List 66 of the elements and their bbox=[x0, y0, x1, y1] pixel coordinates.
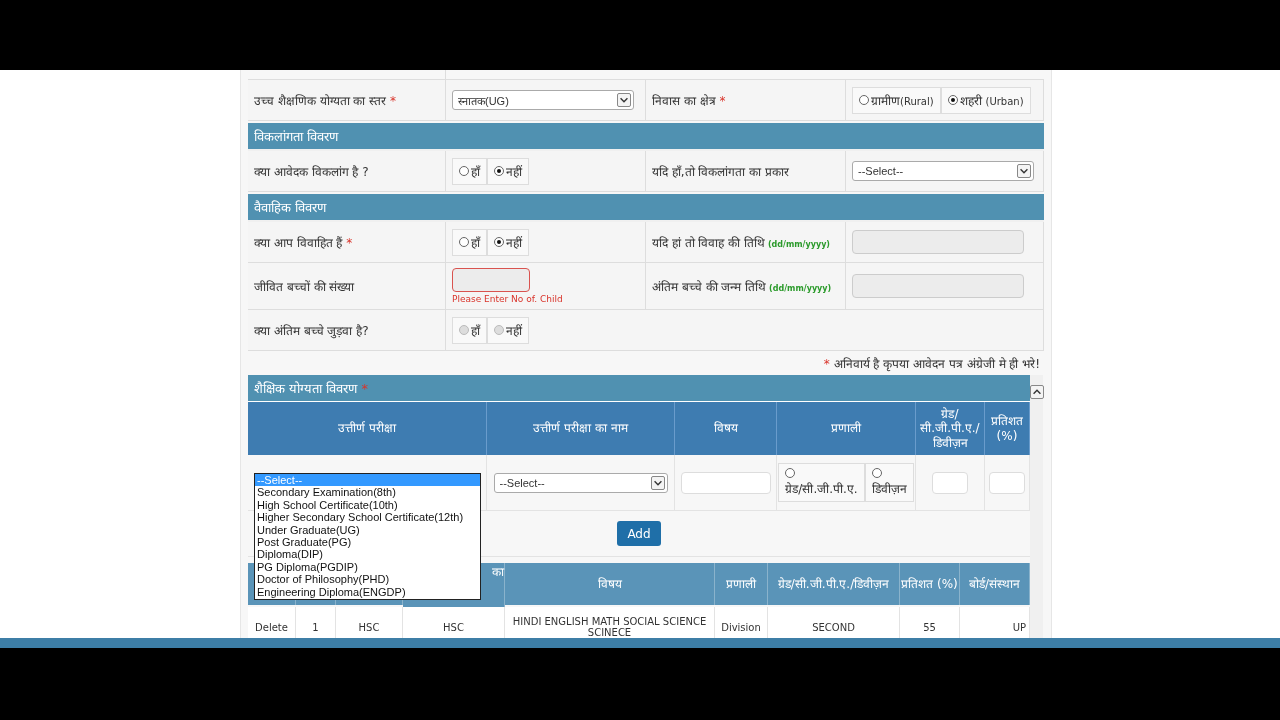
field-label: यदि हाँ,तो विकलांगता का प्रकार bbox=[652, 163, 791, 180]
column-header: ग्रेड/सी.जी.पी.ए./डिवीज़न bbox=[768, 563, 900, 605]
field-label: क्या अंतिम बच्चे जुड़वा है? bbox=[254, 322, 370, 339]
dropdown-option[interactable]: Diploma(DIP) bbox=[255, 548, 480, 561]
dropdown-option[interactable]: Under Graduate(UG) bbox=[255, 523, 480, 536]
delete-link[interactable]: Delete bbox=[248, 607, 296, 638]
dropdown-list[interactable] bbox=[254, 473, 481, 600]
mandatory-note: * अनिवार्य है कृपया आवेदन पत्र अंग्रेजी मे ही भरे! bbox=[823, 355, 1040, 372]
column-header: उत्तीर्ण परीक्षा bbox=[248, 402, 487, 455]
table-cell: 55 bbox=[900, 607, 960, 638]
section-header: वैवाहिक विवरण bbox=[248, 194, 1044, 222]
dropdown[interactable]: स्नातक(UG) bbox=[452, 90, 634, 110]
section-header: विकलांगता विवरण bbox=[248, 123, 1044, 151]
radio-option[interactable]: डिवीज़न bbox=[864, 463, 914, 502]
radio-button[interactable] bbox=[859, 95, 869, 105]
chevron-down-icon bbox=[617, 93, 631, 107]
radio-button[interactable] bbox=[494, 237, 504, 247]
dropdown-option[interactable]: High School Certificate(10th) bbox=[255, 498, 480, 512]
field-label: यदि हां तो विवाह की तिथि (dd/mm/yyyy) bbox=[652, 234, 831, 251]
column-header: प्रतिशत (%) bbox=[900, 563, 960, 605]
field-label: निवास का क्षेत्र * bbox=[652, 92, 727, 109]
dropdown-option[interactable]: Higher Secondary School Certificate(12th) bbox=[255, 511, 480, 524]
dropdown[interactable]: --Select-- bbox=[493, 472, 668, 493]
column-header: प्रतिशत (%) bbox=[985, 402, 1030, 455]
add-button[interactable]: Add bbox=[617, 521, 661, 546]
column-header: उत्तीर्ण परीक्षा का नाम bbox=[487, 402, 675, 455]
radio-button[interactable] bbox=[947, 95, 958, 105]
radio-button[interactable] bbox=[459, 237, 469, 247]
radio-option[interactable]: हाँ bbox=[452, 157, 487, 185]
error-message: Please Enter No of. Child bbox=[452, 294, 564, 304]
radio-button[interactable] bbox=[494, 166, 504, 176]
column-header: विषय bbox=[505, 563, 715, 605]
dropdown[interactable]: --Select-- bbox=[852, 161, 1034, 181]
radio-option[interactable]: शहरी (Urban) bbox=[940, 86, 1031, 114]
column-header: प्रणाली bbox=[777, 402, 916, 455]
field-label: उच्च शैक्षणिक योग्यता का स्तर * bbox=[254, 92, 398, 109]
table-cell: HSC bbox=[403, 607, 505, 638]
dropdown-option[interactable]: Secondary Examination(8th) bbox=[255, 486, 480, 499]
radio-button[interactable] bbox=[459, 166, 469, 176]
field-label: क्या आप विवाहित हैं * bbox=[254, 234, 354, 251]
chevron-down-icon bbox=[650, 475, 665, 490]
field-label: अंतिम बच्चे की जन्म तिथि (dd/mm/yyyy) bbox=[652, 278, 833, 295]
column-header: बोर्ड/संस्थान bbox=[960, 563, 1030, 605]
table-cell: UP bbox=[960, 607, 1030, 638]
input-field[interactable] bbox=[452, 268, 530, 292]
column-header: विषय bbox=[675, 402, 777, 455]
section-header: शैक्षिक योग्यता विवरण * bbox=[248, 375, 1030, 402]
radio-button[interactable] bbox=[785, 468, 796, 478]
radio-option[interactable]: ग्रामीण(Rural) bbox=[852, 86, 941, 114]
radio-option[interactable]: ग्रेड/सी.जी.पी.ए. bbox=[778, 463, 865, 502]
radio-option[interactable]: नहीं bbox=[487, 157, 529, 185]
chevron-down-icon bbox=[1017, 164, 1031, 178]
table-cell: 1 bbox=[296, 607, 336, 638]
field-label: जीवित बच्चों की संख्या bbox=[254, 278, 356, 295]
table-cell: SECOND bbox=[768, 607, 900, 638]
table-cell: HSC bbox=[336, 607, 403, 638]
dropdown-option[interactable]: Post Graduate(PG) bbox=[255, 535, 480, 549]
table-cell: HINDI ENGLISH MATH SOCIAL SCIENCE SCINECE bbox=[505, 607, 715, 638]
radio-button[interactable] bbox=[871, 468, 882, 478]
field-label: क्या आवेदक विकलांग है ? bbox=[254, 163, 370, 180]
radio-option[interactable]: हाँ bbox=[452, 228, 487, 256]
scrollbar[interactable] bbox=[1030, 375, 1043, 638]
column-header: ग्रेड/ सी.जी.पी.ए./ डिवीज़न bbox=[916, 402, 985, 455]
table-cell: Division bbox=[715, 607, 768, 638]
radio-option[interactable]: नहीं bbox=[487, 228, 529, 256]
column-header: प्रणाली bbox=[715, 563, 768, 605]
